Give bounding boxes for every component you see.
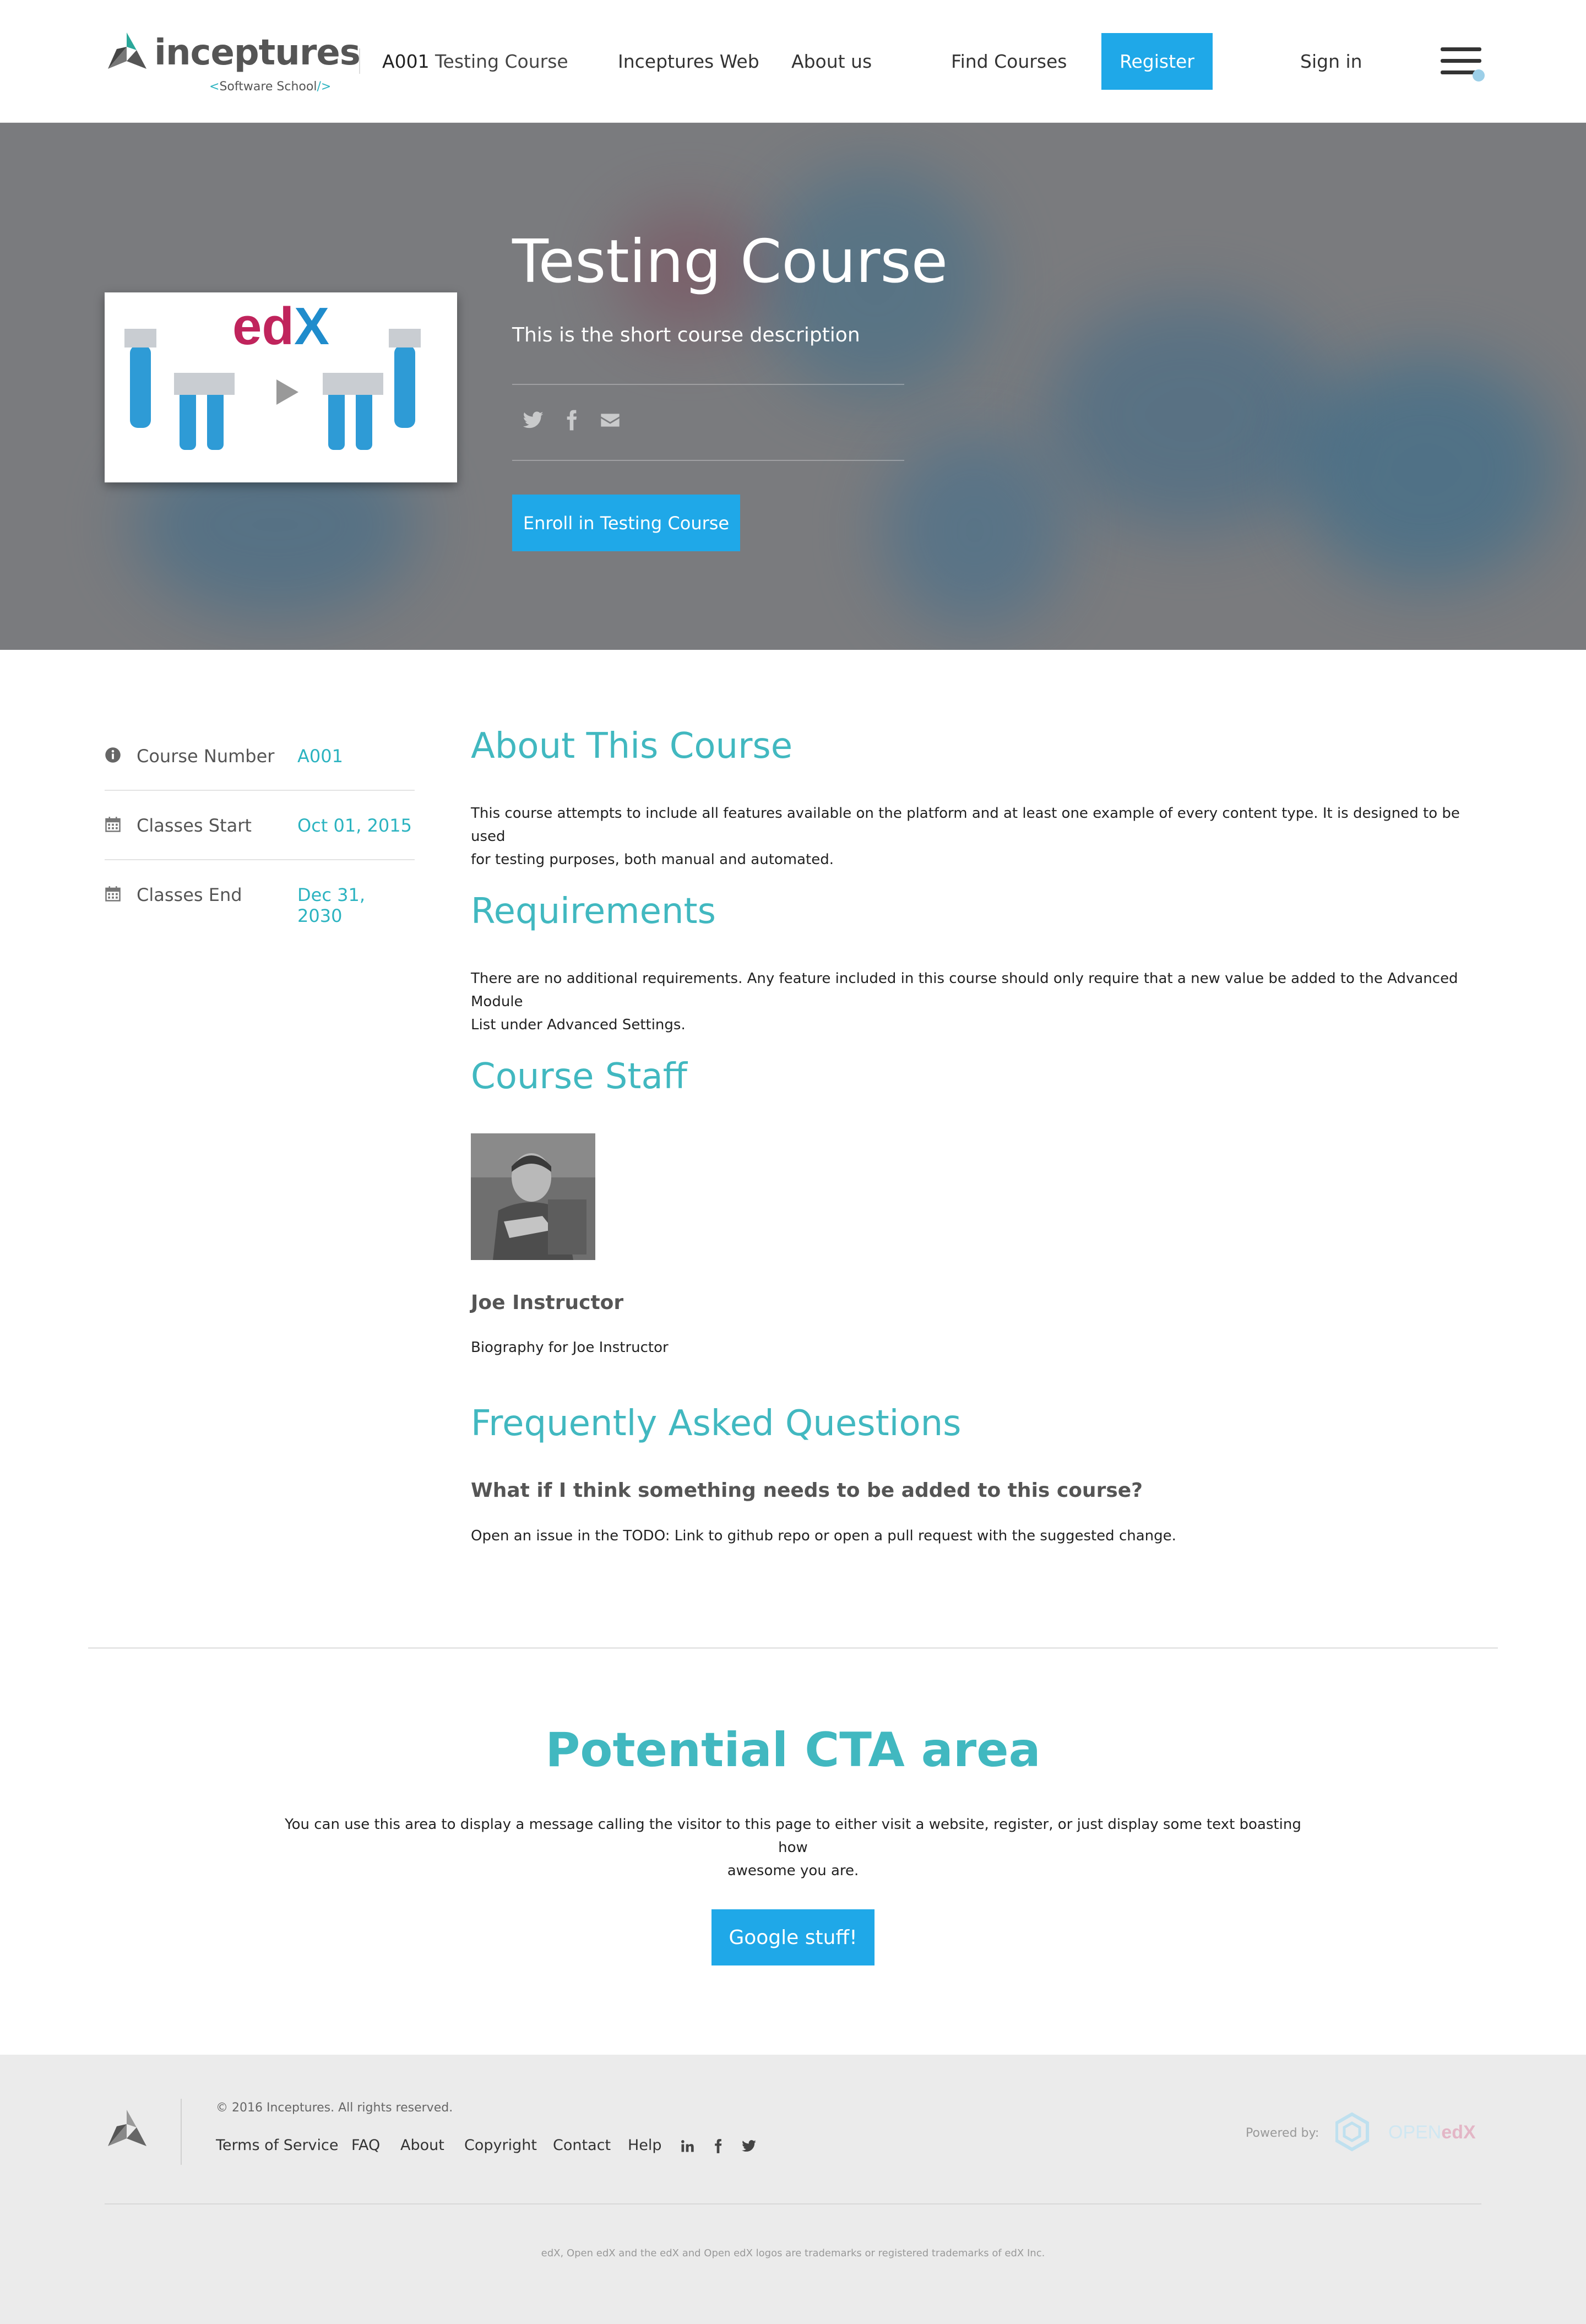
course-video-thumbnail[interactable]: ed X: [105, 292, 457, 482]
inceptures-footer-logo-icon[interactable]: [105, 2108, 149, 2152]
openedx-wordmark: OPENedX: [1388, 2122, 1476, 2143]
course-hero: ed X Testing Course This is the short co…: [0, 123, 1586, 650]
calendar-icon: [105, 817, 121, 832]
inceptures-logo[interactable]: inceptures <Software School/>: [105, 30, 361, 96]
footer-divider: [181, 2099, 182, 2165]
classes-start-row: Classes Start Oct 01, 2015: [105, 791, 415, 860]
register-button[interactable]: Register: [1101, 33, 1213, 90]
staff-name: Joe Instructor: [471, 1291, 624, 1314]
logo-wordmark: inceptures: [154, 32, 361, 73]
header-course-id: A001: [382, 51, 430, 72]
staff-bio: Biography for Joe Instructor: [471, 1339, 669, 1356]
nav-about-us[interactable]: About us: [791, 51, 872, 72]
nav-inceptures-web[interactable]: Inceptures Web: [618, 51, 759, 72]
course-number-value: A001: [297, 746, 343, 767]
classes-end-value: Dec 31, 2030: [297, 884, 365, 926]
about-text: This course attempts to include all feat…: [471, 805, 1460, 868]
menu-indicator-dot: [1473, 69, 1485, 82]
calendar-icon: [105, 886, 121, 902]
cta-title: Potential CTA area: [545, 1723, 1041, 1778]
content-divider: [88, 1647, 1498, 1649]
staff-photo: [471, 1133, 595, 1260]
inceptures-logo-mark-icon: [108, 32, 146, 69]
cta-button[interactable]: Google stuff!: [711, 1909, 875, 1965]
classes-start-value: Oct 01, 2015: [297, 815, 412, 836]
openedx-logo[interactable]: OPENedX: [1335, 2110, 1476, 2154]
hero-divider: [512, 460, 904, 461]
footer-trademark: edX, Open edX and the edX and Open edX l…: [541, 2247, 1045, 2259]
logo-subtitle: <Software School/>: [209, 80, 332, 94]
hero-bg-blob: [1294, 354, 1558, 585]
requirements-heading: Requirements: [471, 891, 716, 932]
header-divider: [359, 48, 360, 74]
classes-end-row: Classes End Dec 31, 2030: [105, 860, 415, 930]
linkedin-icon[interactable]: [680, 2138, 695, 2154]
hero-divider: [512, 384, 904, 385]
classes-start-label: Classes Start: [137, 815, 252, 836]
facebook-icon[interactable]: [710, 2138, 726, 2154]
menu-icon[interactable]: [1441, 47, 1485, 82]
faq-question: What if I think something needs to be ad…: [471, 1479, 1143, 1502]
requirements-text: There are no additional requirements. An…: [471, 970, 1458, 1033]
header-course-name: Testing Course: [435, 51, 568, 72]
hero-bg-blob: [881, 431, 1068, 629]
course-number-label: Course Number: [137, 746, 275, 767]
nav-find-courses[interactable]: Find Courses: [951, 51, 1067, 72]
footer-link-about[interactable]: About: [400, 2137, 444, 2154]
facebook-icon[interactable]: [561, 409, 583, 431]
course-staff-heading: Course Staff: [471, 1056, 687, 1097]
footer-link-help[interactable]: Help: [628, 2137, 662, 2154]
classes-end-label: Classes End: [137, 884, 242, 905]
about-heading: About This Course: [471, 726, 793, 767]
site-footer: © 2016 Inceptures. All rights reserved. …: [0, 2055, 1586, 2324]
faq-answer: Open an issue in the TODO: Link to githu…: [471, 1528, 1176, 1544]
svg-text:ed: ed: [232, 297, 294, 356]
footer-link-copyright[interactable]: Copyright: [464, 2137, 537, 2154]
enroll-button[interactable]: Enroll in Testing Course: [512, 495, 740, 551]
hero-bg-blob: [1046, 299, 1333, 530]
play-icon[interactable]: [257, 362, 317, 422]
twitter-icon[interactable]: [522, 409, 544, 431]
footer-link-contact[interactable]: Contact: [553, 2137, 611, 2154]
email-icon[interactable]: [599, 409, 621, 431]
footer-copyright: © 2016 Inceptures. All rights reserved.: [216, 2101, 453, 2115]
course-title: Testing Course: [512, 227, 948, 296]
info-icon: [105, 747, 121, 763]
twitter-icon[interactable]: [741, 2138, 757, 2154]
signin-link[interactable]: Sign in: [1300, 51, 1362, 72]
site-header: inceptures <Software School/> A001 Testi…: [0, 0, 1586, 123]
course-number-row: Course Number A001: [105, 721, 415, 791]
footer-rule: [105, 2203, 1481, 2204]
course-short-description: This is the short course description: [512, 324, 860, 346]
faq-heading: Frequently Asked Questions: [471, 1403, 962, 1444]
footer-link-terms[interactable]: Terms of Service: [216, 2137, 339, 2154]
svg-text:X: X: [294, 297, 329, 356]
cta-text: You can use this area to display a messa…: [285, 1816, 1301, 1879]
footer-link-faq[interactable]: FAQ: [351, 2137, 380, 2154]
powered-by-label: Powered by:: [1246, 2126, 1319, 2140]
